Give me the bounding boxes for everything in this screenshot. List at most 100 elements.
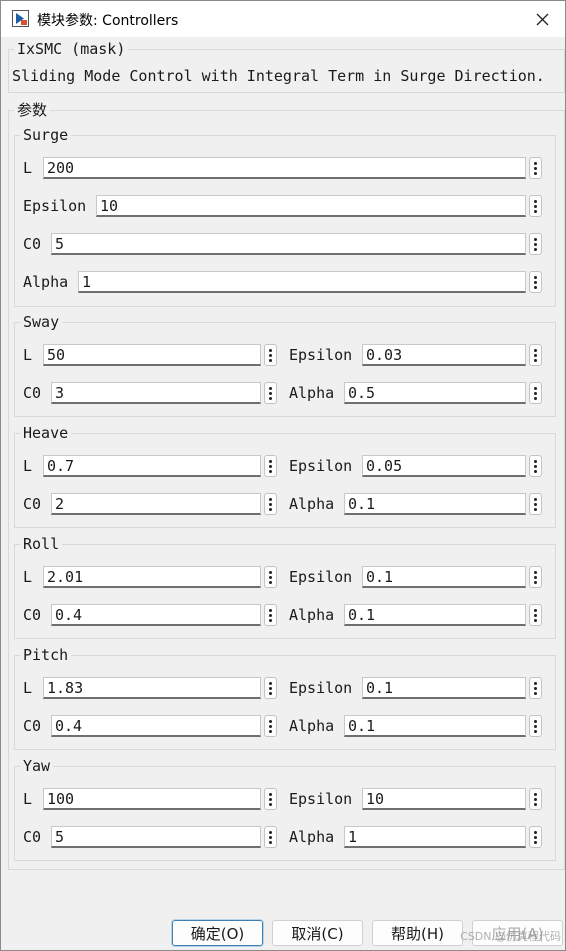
yaw-alpha-more-button[interactable] [529, 826, 542, 848]
pitch-alpha-more-button[interactable] [529, 715, 542, 737]
heave-l-field[interactable] [43, 455, 261, 477]
surge-l-more-button[interactable] [529, 157, 542, 179]
mask-description: Sliding Mode Control with Integral Term … [12, 67, 545, 85]
yaw-legend: Yaw [20, 757, 54, 775]
surge-l-field[interactable] [43, 157, 526, 179]
heave-l-more-button[interactable] [264, 455, 277, 477]
surge-epsilon-more-button[interactable] [529, 195, 542, 217]
pitch-l-field[interactable] [43, 677, 261, 699]
roll-l-input[interactable] [44, 567, 260, 587]
pitch-epsilon-field[interactable] [362, 677, 526, 699]
l-label: L [23, 790, 33, 808]
yaw-c0-input[interactable] [52, 827, 260, 847]
sway-alpha-input[interactable] [345, 383, 525, 403]
close-button[interactable] [519, 1, 565, 37]
heave-alpha-input[interactable] [345, 494, 525, 514]
surge-c0-input[interactable] [52, 234, 525, 254]
c0-label: C0 [23, 384, 42, 402]
yaw-alpha-input[interactable] [345, 827, 525, 847]
roll-c0-field[interactable] [51, 604, 261, 626]
surge-c0-more-button[interactable] [529, 233, 542, 255]
yaw-epsilon-field[interactable] [362, 788, 526, 810]
more-options-icon [534, 459, 537, 473]
heave-c0-more-button[interactable] [264, 493, 277, 515]
yaw-epsilon-input[interactable] [363, 789, 525, 809]
roll-epsilon-input[interactable] [363, 567, 525, 587]
cancel-button[interactable]: 取消(C) [272, 920, 363, 946]
heave-l-input[interactable] [44, 456, 260, 476]
more-options-icon [534, 681, 537, 695]
yaw-c0-field[interactable] [51, 826, 261, 848]
surge-alpha-field[interactable] [78, 271, 526, 293]
more-options-icon [534, 161, 537, 175]
roll-c0-more-button[interactable] [264, 604, 277, 626]
roll-c0-input[interactable] [52, 605, 260, 625]
sway-l-field[interactable] [43, 344, 261, 366]
more-options-icon [534, 608, 537, 622]
pitch-l-input[interactable] [44, 678, 260, 698]
heave-legend: Heave [20, 424, 72, 442]
heave-epsilon-more-button[interactable] [529, 455, 542, 477]
more-options-icon [269, 497, 272, 511]
roll-l-more-button[interactable] [264, 566, 277, 588]
yaw-l-input[interactable] [44, 789, 260, 809]
alpha-label: Alpha [289, 606, 335, 624]
surge-epsilon-field[interactable] [96, 195, 526, 217]
sway-alpha-more-button[interactable] [529, 382, 542, 404]
yaw-c0-more-button[interactable] [264, 826, 277, 848]
heave-c0-field[interactable] [51, 493, 261, 515]
pitch-c0-field[interactable] [51, 715, 261, 737]
c0-label: C0 [23, 606, 42, 624]
roll-epsilon-field[interactable] [362, 566, 526, 588]
more-options-icon [534, 348, 537, 362]
roll-l-field[interactable] [43, 566, 261, 588]
l-label: L [23, 457, 33, 475]
simulink-block-icon [12, 10, 29, 27]
l-label: L [23, 568, 33, 586]
pitch-c0-more-button[interactable] [264, 715, 277, 737]
roll-alpha-input[interactable] [345, 605, 525, 625]
pitch-alpha-field[interactable] [344, 715, 526, 737]
l-label: L [23, 346, 33, 364]
roll-alpha-field[interactable] [344, 604, 526, 626]
more-options-icon [269, 570, 272, 584]
roll-alpha-more-button[interactable] [529, 604, 542, 626]
surge-epsilon-input[interactable] [97, 196, 525, 216]
sway-c0-input[interactable] [52, 383, 260, 403]
heave-epsilon-input[interactable] [363, 456, 525, 476]
more-options-icon [269, 386, 272, 400]
more-options-icon [534, 792, 537, 806]
pitch-epsilon-more-button[interactable] [529, 677, 542, 699]
sway-l-input[interactable] [44, 345, 260, 365]
sway-c0-more-button[interactable] [264, 382, 277, 404]
heave-c0-input[interactable] [52, 494, 260, 514]
yaw-alpha-field[interactable] [344, 826, 526, 848]
sway-c0-field[interactable] [51, 382, 261, 404]
heave-alpha-more-button[interactable] [529, 493, 542, 515]
sway-legend: Sway [20, 313, 63, 331]
more-options-icon [269, 608, 272, 622]
roll-epsilon-more-button[interactable] [529, 566, 542, 588]
params-legend: 参数 [14, 101, 51, 119]
pitch-l-more-button[interactable] [264, 677, 277, 699]
surge-alpha-input[interactable] [79, 272, 525, 292]
pitch-epsilon-input[interactable] [363, 678, 525, 698]
pitch-alpha-input[interactable] [345, 716, 525, 736]
sway-alpha-field[interactable] [344, 382, 526, 404]
heave-alpha-field[interactable] [344, 493, 526, 515]
surge-c0-field[interactable] [51, 233, 526, 255]
surge-l-input[interactable] [44, 158, 525, 178]
yaw-epsilon-more-button[interactable] [529, 788, 542, 810]
c0-label: C0 [23, 495, 42, 513]
help-button[interactable]: 帮助(H) [372, 920, 463, 946]
pitch-c0-input[interactable] [52, 716, 260, 736]
sway-l-more-button[interactable] [264, 344, 277, 366]
ok-button[interactable]: 确定(O) [171, 919, 264, 947]
sway-epsilon-field[interactable] [362, 344, 526, 366]
heave-epsilon-field[interactable] [362, 455, 526, 477]
yaw-l-more-button[interactable] [264, 788, 277, 810]
sway-epsilon-more-button[interactable] [529, 344, 542, 366]
yaw-l-field[interactable] [43, 788, 261, 810]
surge-alpha-more-button[interactable] [529, 271, 542, 293]
sway-epsilon-input[interactable] [363, 345, 525, 365]
